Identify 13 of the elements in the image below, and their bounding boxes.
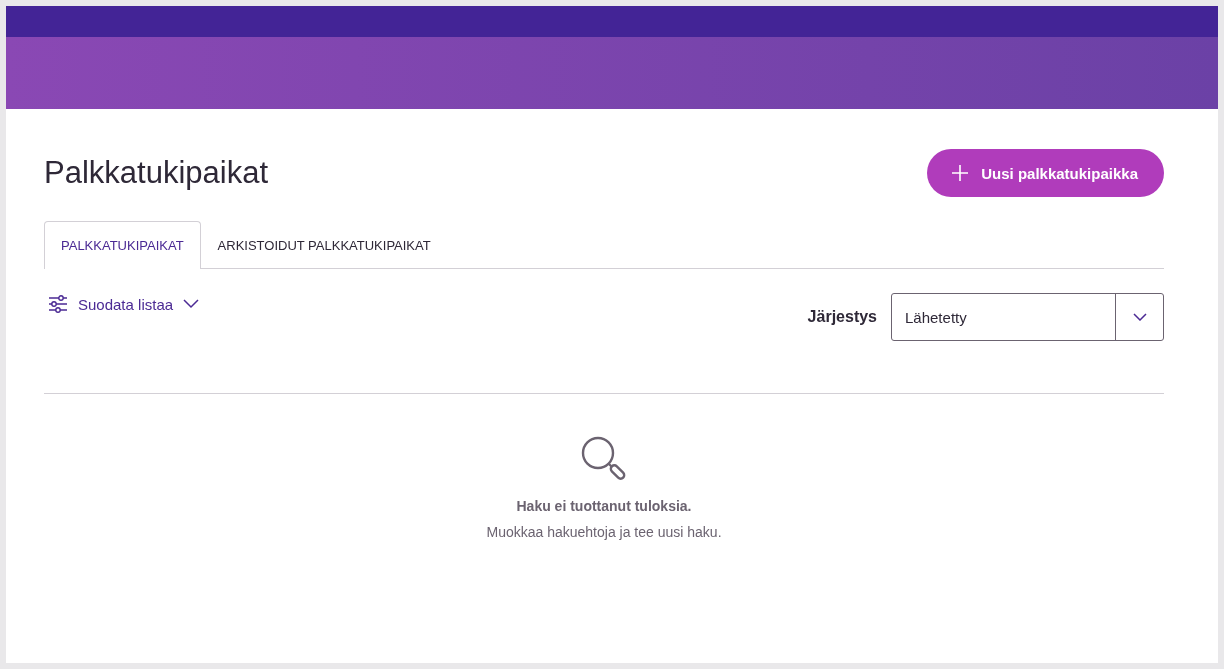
sliders-icon	[48, 295, 68, 313]
chevron-icon	[1132, 313, 1147, 321]
page-title: Palkkatukipaikat	[44, 155, 268, 191]
tab[interactable]: ARKISTOIDUT PALKKATUKIPAIKAT	[200, 221, 448, 268]
plus-icon	[951, 164, 970, 182]
new-item-button[interactable]: Uusi palkkatukipaikka	[927, 149, 1164, 197]
chevron-icon	[183, 299, 200, 309]
sort-label: Järjestys	[807, 308, 877, 326]
sort-dropdown[interactable]: Lähetetty	[891, 293, 1164, 341]
empty-hint: Muokkaa hakuehtoja ja tee uusi haku.	[486, 524, 722, 540]
empty-title: Haku ei tuottanut tuloksia.	[516, 498, 692, 514]
filter-toggle[interactable]: Suodata listaa	[44, 295, 200, 313]
tab[interactable]: PALKKATUKIPAIKAT	[44, 221, 201, 269]
